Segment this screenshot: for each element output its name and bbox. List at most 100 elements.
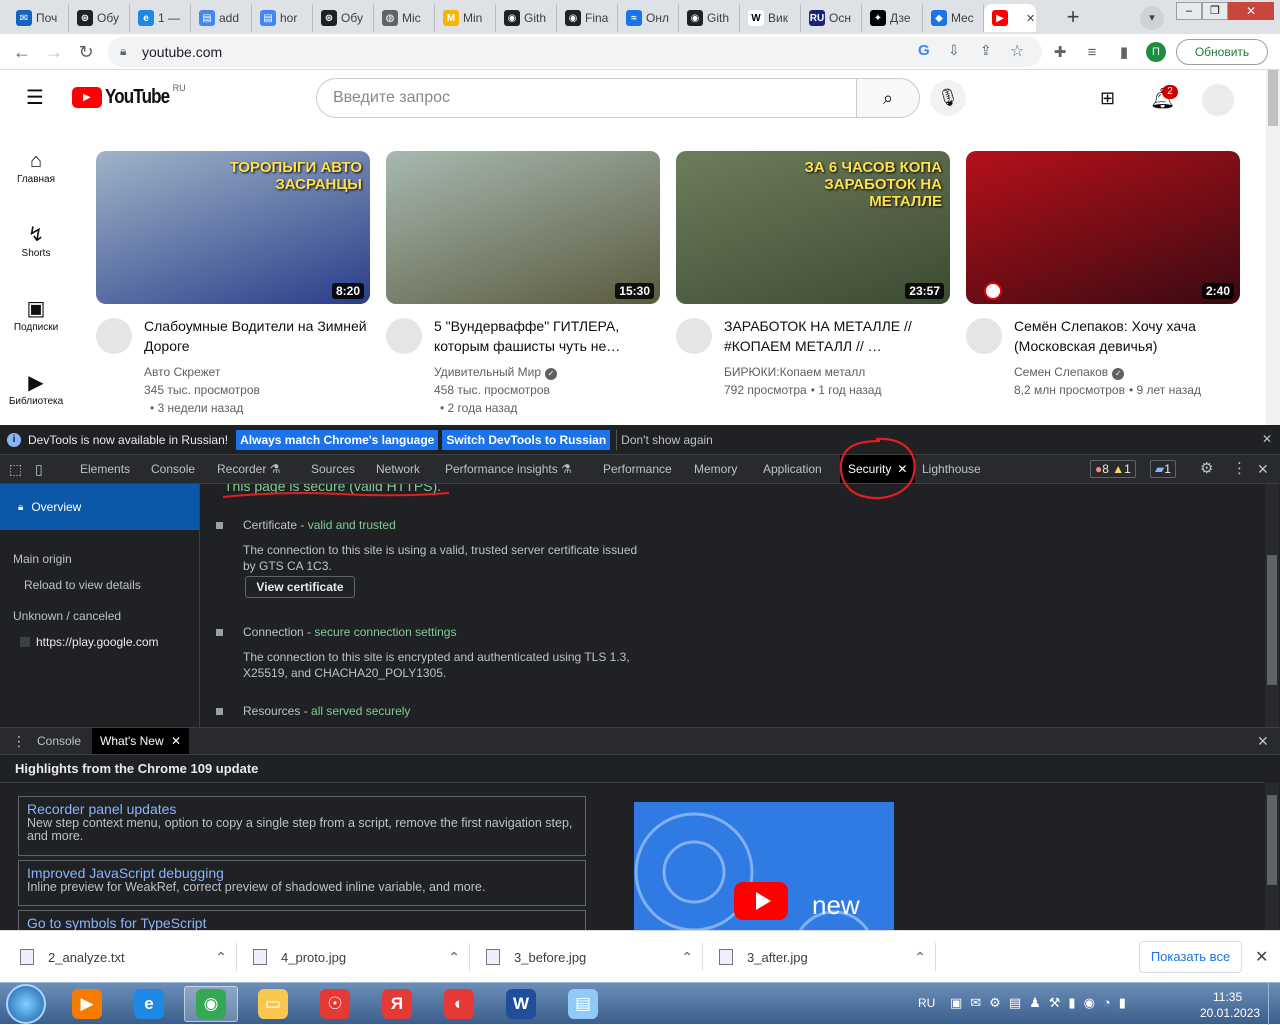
security-scrollbar-thumb[interactable] xyxy=(1267,555,1277,685)
notepad-taskbar-button[interactable]: ▤ xyxy=(556,986,610,1022)
yandex-disk-taskbar-button[interactable]: ☉ xyxy=(308,986,362,1022)
close-devtools-icon[interactable]: ✕ xyxy=(1257,455,1269,483)
browser-tab[interactable]: ◉ Gith xyxy=(679,4,740,32)
devtools-tab-memory[interactable]: Memory xyxy=(694,455,737,483)
devtools-tab-console[interactable]: Console xyxy=(151,455,195,483)
devtools-tab-elements[interactable]: Elements xyxy=(80,455,130,483)
menu-icon[interactable]: ☰ xyxy=(26,88,46,108)
devtools-tab-performance[interactable]: Performance xyxy=(603,455,672,483)
browser-tab[interactable]: ✦ Дзе xyxy=(862,4,923,32)
search-box[interactable]: Введите запрос xyxy=(316,78,857,118)
minimize-button[interactable]: – xyxy=(1176,2,1202,20)
create-video-icon[interactable]: ⊞ xyxy=(1100,88,1115,109)
bookmark-star-icon[interactable]: ☆ xyxy=(1010,41,1024,61)
browser-tab[interactable]: M Min xyxy=(435,4,496,32)
devtools-tab-lighthouse[interactable]: Lighthouse xyxy=(922,455,981,483)
update-chrome-button[interactable]: Обновить xyxy=(1176,39,1268,65)
drawer-scrollbar-thumb[interactable] xyxy=(1267,795,1277,885)
drawer-menu-icon[interactable]: ⋮ xyxy=(12,728,26,756)
voice-search-button[interactable]: 🎙︎ xyxy=(930,80,966,116)
video-card[interactable]: ТОРОПЫГИ АВТО ЗАСРАНЦЫ 8:20 Слабоумные Вод… xyxy=(96,151,370,415)
word-taskbar-button[interactable]: W xyxy=(494,986,548,1022)
browser-tab[interactable]: ⊛ Обу xyxy=(313,4,374,32)
devtools-tab-recorder[interactable]: Recorder ⚗ xyxy=(217,455,280,483)
video-thumbnail[interactable]: 15:30 xyxy=(386,151,660,304)
video-card[interactable]: ЗА 6 ЧАСОВ КОПА ЗАРАБОТОК НА МЕТАЛЛЕ 23:5… xyxy=(676,151,950,397)
sidebar-item-subscriptions[interactable]: ▣ Подписки xyxy=(0,296,72,333)
back-icon[interactable]: ← xyxy=(10,40,34,64)
switch-language-button[interactable]: Switch DevTools to Russian xyxy=(442,429,611,450)
lock-icon[interactable]: 🔒︎ xyxy=(120,44,126,59)
browser-tab[interactable]: ◉ Fina xyxy=(557,4,618,32)
browser-tab[interactable]: ◍ Mic xyxy=(374,4,435,32)
devtools-tab-network[interactable]: Network xyxy=(376,455,420,483)
devtools-tab-application[interactable]: Application xyxy=(763,455,822,483)
close-drawer-icon[interactable]: ✕ xyxy=(1257,728,1269,756)
video-thumbnail[interactable]: 2:40 xyxy=(966,151,1240,304)
inspect-element-icon[interactable]: ⬚ xyxy=(9,455,22,483)
channel-name[interactable]: Семен Слепаков xyxy=(1014,365,1108,379)
youtube-logo[interactable]: ▶ YouTube RU xyxy=(72,83,194,109)
download-item[interactable]: 4_proto.jpg ⌃ xyxy=(253,931,468,983)
overview-item[interactable]: 🔒︎ Overview xyxy=(0,484,199,530)
channel-avatar[interactable] xyxy=(676,318,712,354)
dont-show-again-button[interactable]: Don't show again xyxy=(616,429,717,450)
channel-name-row[interactable]: Семен Слепаков ✓ xyxy=(1014,363,1240,381)
channel-name[interactable]: Авто Скрежет xyxy=(144,365,220,379)
sidebar-item-home[interactable]: ⌂ Главная xyxy=(0,148,72,185)
channel-name[interactable]: БИРЮКИ:Копаем металл xyxy=(724,365,865,379)
feature-card[interactable]: Recorder panel updates New step context m… xyxy=(18,796,586,856)
video-thumbnail[interactable]: ЗА 6 ЧАСОВ КОПА ЗАРАБОТОК НА МЕТАЛЛЕ 23:5… xyxy=(676,151,950,304)
video-title[interactable]: Семён Слепаков: Хочу хача (Московская де… xyxy=(1014,316,1240,356)
download-menu-chevron-icon[interactable]: ⌃ xyxy=(215,949,227,966)
sidebar-item-shorts[interactable]: ↯ Shorts xyxy=(0,222,72,259)
internet-explorer-taskbar-button[interactable]: e xyxy=(122,986,176,1022)
download-item[interactable]: 3_before.jpg ⌃ xyxy=(486,931,701,983)
yandex-browser-taskbar-button[interactable]: Я xyxy=(370,986,424,1022)
install-app-icon[interactable]: ⇩ xyxy=(948,42,960,59)
new-tab-button[interactable]: + xyxy=(1059,6,1087,30)
match-language-button[interactable]: Always match Chrome's language xyxy=(236,429,439,450)
browser-tab[interactable]: ▶ ✕ xyxy=(984,4,1036,32)
show-desktop-button[interactable] xyxy=(1268,983,1280,1025)
channel-name-row[interactable]: Удивительный Мир ✓ xyxy=(434,363,660,381)
page-scrollbar-thumb[interactable] xyxy=(1268,70,1278,126)
browser-tab[interactable]: W Вик xyxy=(740,4,801,32)
close-infobar-icon[interactable]: ✕ xyxy=(1262,432,1272,446)
channel-avatar[interactable] xyxy=(386,318,422,354)
download-item[interactable]: 3_after.jpg ⌃ xyxy=(719,931,934,983)
browser-tab[interactable]: ⊛ Обу xyxy=(69,4,130,32)
reload-icon[interactable]: ↻ xyxy=(74,40,98,64)
browser-tab[interactable]: ◆ Mec xyxy=(923,4,984,32)
settings-gear-icon[interactable]: ⚙ xyxy=(1200,455,1213,483)
profile-avatar[interactable]: П xyxy=(1146,42,1166,62)
channel-name-row[interactable]: Авто Скрежет xyxy=(144,363,370,381)
browser-tab[interactable]: ✉ Поч xyxy=(8,4,69,32)
messages-counter[interactable]: ▰1 xyxy=(1150,460,1176,478)
download-menu-chevron-icon[interactable]: ⌃ xyxy=(681,949,693,966)
devtools-tab-performance-insights[interactable]: Performance insights ⚗ xyxy=(445,455,572,483)
tray-icons[interactable]: ▣✉⚙▤♟⚒▮◉◔▮ xyxy=(950,995,1134,1011)
device-toolbar-icon[interactable]: ▯ xyxy=(35,455,43,483)
media-player-taskbar-button[interactable]: ▶ xyxy=(60,986,114,1022)
ccleaner-taskbar-button[interactable]: ◐ xyxy=(432,986,486,1022)
video-card[interactable]: 15:30 5 "Вундерваффе" ГИТЛЕРА, которым фа… xyxy=(386,151,660,415)
channel-name[interactable]: Удивительный Мир xyxy=(434,365,541,379)
feature-title[interactable]: Recorder panel updates xyxy=(27,801,577,817)
file-explorer-taskbar-button[interactable]: ▭ xyxy=(246,986,300,1022)
devtools-tab-sources[interactable]: Sources xyxy=(311,455,355,483)
sidebar-item-library[interactable]: ▶ Библиотека xyxy=(0,370,72,407)
clock-time[interactable]: 11:35 xyxy=(1213,990,1242,1004)
share-icon[interactable]: ⇪ xyxy=(980,42,992,59)
more-options-icon[interactable]: ⋮ xyxy=(1232,455,1247,483)
download-item[interactable]: 2_analyze.txt ⌃ xyxy=(20,931,235,983)
feature-title[interactable]: Go to symbols for TypeScript xyxy=(27,915,577,930)
channel-name-row[interactable]: БИРЮКИ:Копаем металл xyxy=(724,363,950,381)
download-menu-chevron-icon[interactable]: ⌃ xyxy=(914,949,926,966)
account-avatar[interactable] xyxy=(1202,84,1234,116)
close-window-button[interactable]: ✕ xyxy=(1228,2,1274,20)
show-all-downloads-button[interactable]: Показать все xyxy=(1139,941,1242,973)
video-title[interactable]: Слабоумные Водители на Зимней Дороге xyxy=(144,316,370,356)
feature-card[interactable]: Improved JavaScript debugging Inline prev… xyxy=(18,860,586,906)
download-menu-chevron-icon[interactable]: ⌃ xyxy=(448,949,460,966)
